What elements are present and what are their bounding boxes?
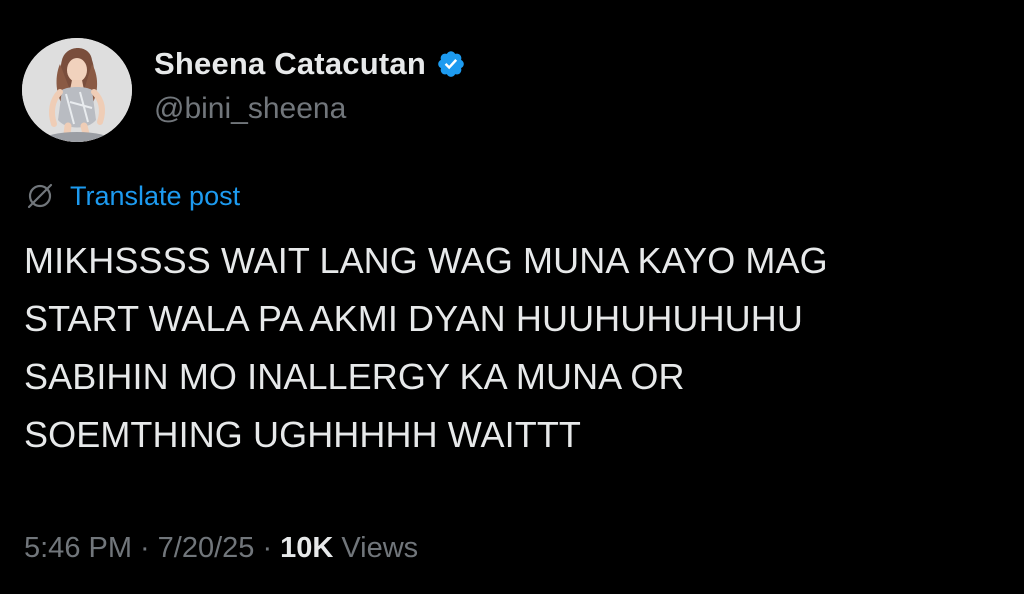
- views-count[interactable]: 10K: [280, 532, 333, 565]
- post-text: MIKHSSSS WAIT LANG WAG MUNA KAYO MAG STA…: [24, 240, 828, 455]
- author-display-name[interactable]: Sheena Catacutan: [154, 46, 426, 82]
- author-handle[interactable]: @bini_sheena: [154, 92, 346, 126]
- meta-separator: ·: [262, 531, 273, 564]
- post-meta: 5:46 PM · 7/20/25 · 10K Views: [24, 528, 418, 568]
- translate-post-button[interactable]: Translate post: [24, 178, 240, 214]
- globe-icon: [24, 180, 56, 212]
- author-name-row: Sheena Catacutan: [154, 44, 466, 84]
- post-time[interactable]: 5:46 PM: [24, 532, 132, 565]
- tweet-card: Sheena Catacutan @bini_sheena Translate …: [0, 0, 1024, 594]
- avatar-photo: [22, 38, 132, 142]
- translate-post-label: Translate post: [70, 180, 241, 211]
- post-date[interactable]: 7/20/25: [158, 532, 255, 565]
- views-label[interactable]: Views: [341, 532, 418, 565]
- meta-separator: ·: [140, 531, 150, 564]
- avatar[interactable]: [22, 38, 132, 142]
- verified-badge-icon[interactable]: [436, 49, 466, 79]
